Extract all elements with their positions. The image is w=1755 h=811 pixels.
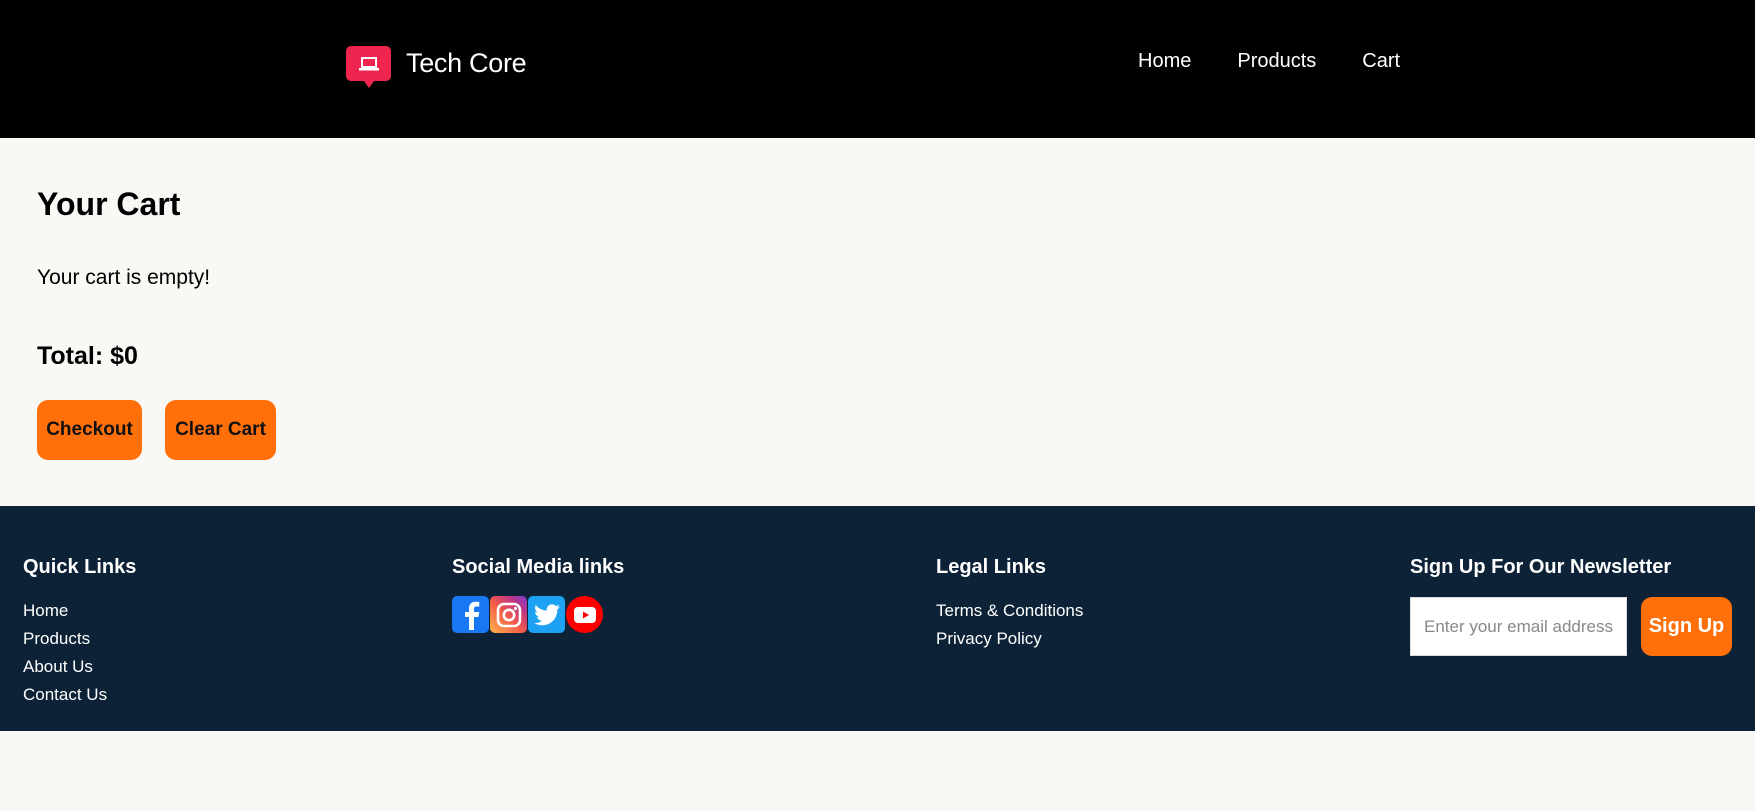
footer-link-privacy[interactable]: Privacy Policy <box>936 625 1083 653</box>
footer-link-about[interactable]: About Us <box>23 653 136 681</box>
cart-total: Total: $0 <box>37 342 138 370</box>
social-links-section: Social Media links <box>452 556 624 633</box>
footer-link-products[interactable]: Products <box>23 625 136 653</box>
footer-link-home[interactable]: Home <box>23 597 136 625</box>
footer-link-contact[interactable]: Contact Us <box>23 681 136 709</box>
nav-cart[interactable]: Cart <box>1362 48 1400 74</box>
sign-up-button[interactable]: Sign Up <box>1641 597 1732 656</box>
site-header: Tech Core Home Products Cart <box>0 0 1755 138</box>
quick-links-heading: Quick Links <box>23 556 137 578</box>
newsletter-section: Sign Up For Our Newsletter Sign Up <box>1410 556 1732 656</box>
footer-link-terms[interactable]: Terms & Conditions <box>936 597 1083 625</box>
laptop-icon <box>346 46 391 88</box>
facebook-icon[interactable] <box>452 596 489 633</box>
youtube-icon[interactable] <box>566 596 603 633</box>
nav-home[interactable]: Home <box>1138 48 1191 74</box>
brand-logo[interactable]: Tech Core <box>346 46 527 88</box>
site-footer: Quick Links Home Products About Us Conta… <box>0 506 1755 731</box>
empty-cart-message: Your cart is empty! <box>37 266 211 289</box>
clear-cart-button[interactable]: Clear Cart <box>165 400 276 460</box>
instagram-icon[interactable] <box>490 596 527 633</box>
newsletter-email-input[interactable] <box>1410 597 1627 656</box>
checkout-button[interactable]: Checkout <box>37 400 142 460</box>
legal-heading: Legal Links <box>936 556 1047 578</box>
social-heading: Social Media links <box>452 556 625 578</box>
legal-links-section: Legal Links Terms & Conditions Privacy P… <box>936 556 1083 653</box>
newsletter-heading: Sign Up For Our Newsletter <box>1410 556 1672 578</box>
brand-name: Tech Core <box>406 48 527 78</box>
main-nav: Home Products Cart <box>1138 48 1446 74</box>
quick-links-section: Quick Links Home Products About Us Conta… <box>23 556 136 709</box>
page-title: Your Cart <box>37 186 181 222</box>
twitter-icon[interactable] <box>528 596 565 633</box>
nav-products[interactable]: Products <box>1237 48 1316 74</box>
